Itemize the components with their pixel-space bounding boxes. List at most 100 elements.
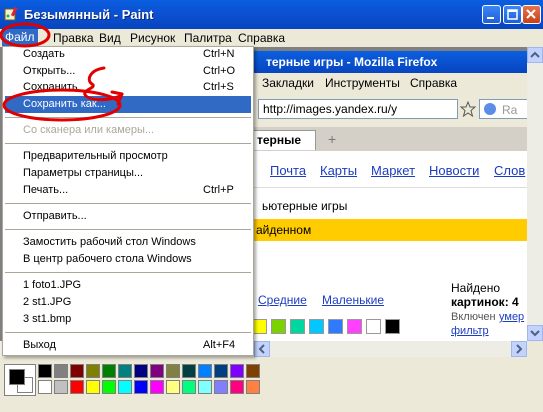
shortcut-open: Ctrl+O <box>203 65 236 77</box>
menu-separator <box>5 229 251 230</box>
yandex-link-maps: Карты <box>320 163 358 178</box>
filter-link: умер <box>499 311 525 323</box>
menu-item-tile-wallpaper[interactable]: Замостить рабочий стол Windows <box>23 236 196 248</box>
palette-swatch[interactable] <box>70 364 84 378</box>
menu-item-recent-3[interactable]: 3 st1.bmp <box>23 313 71 325</box>
shortcut-exit: Alt+F4 <box>203 339 236 351</box>
current-colors[interactable] <box>4 364 36 396</box>
menu-item-open[interactable]: Открыть... <box>23 65 75 77</box>
close-icon <box>526 9 536 19</box>
title-bar[interactable]: Безымянный - Paint <box>0 0 543 29</box>
palette-swatch[interactable] <box>102 364 116 378</box>
paint-icon <box>4 6 18 21</box>
palette-swatch[interactable] <box>38 364 52 378</box>
search-banner: айденном <box>252 219 527 241</box>
star-icon <box>460 101 476 117</box>
menu-item-send[interactable]: Отправить... <box>23 210 87 222</box>
menu-help[interactable]: Справка <box>238 31 285 45</box>
yandex-link-news: Новости <box>429 163 480 178</box>
menu-item-recent-1[interactable]: 1 foto1.JPG <box>23 279 81 291</box>
palette-swatch[interactable] <box>54 380 68 394</box>
scroll-right-button[interactable] <box>511 341 527 357</box>
palette-swatch[interactable] <box>214 364 228 378</box>
palette-swatch[interactable] <box>118 364 132 378</box>
filter-note: Включен <box>451 311 496 323</box>
palette-swatch[interactable] <box>198 364 212 378</box>
menu-view[interactable]: Вид <box>99 31 121 45</box>
menu-item-center-wallpaper[interactable]: В центр рабочего стола Windows <box>23 253 192 265</box>
ff-new-tab-icon: + <box>328 131 337 147</box>
palette-swatch[interactable] <box>150 380 164 394</box>
palette-swatch[interactable] <box>38 380 52 394</box>
scroll-left-button[interactable] <box>254 341 270 357</box>
menu-edit[interactable]: Правка <box>53 31 94 45</box>
scroll-corner <box>527 341 543 357</box>
minimize-button[interactable] <box>482 5 501 24</box>
color-filter-swatch <box>385 319 400 334</box>
palette-swatch[interactable] <box>86 364 100 378</box>
menu-separator <box>5 143 251 144</box>
palette-swatch[interactable] <box>54 364 68 378</box>
color-filter-swatch <box>252 319 267 334</box>
palette-swatch[interactable] <box>118 380 132 394</box>
yandex-link-market: Маркет <box>371 163 416 178</box>
search-query-text: ьютерные игры <box>262 199 348 213</box>
menu-separator <box>5 332 251 333</box>
palette-swatch[interactable] <box>102 380 116 394</box>
arrow-right-icon <box>516 344 523 354</box>
menu-item-print[interactable]: Печать... <box>23 184 68 196</box>
ff-search-placeholder: Ra <box>502 103 518 117</box>
size-link-medium: Средние <box>258 293 307 307</box>
palette-swatch[interactable] <box>134 380 148 394</box>
palette-swatch[interactable] <box>166 380 180 394</box>
ff-tab: терные <box>252 130 316 150</box>
foreground-color <box>9 369 25 385</box>
arrow-up-icon <box>530 51 540 58</box>
maximize-icon <box>507 9 518 20</box>
yandex-link-mail: Почта <box>270 163 307 178</box>
color-filter-swatch <box>366 319 381 334</box>
color-filter-swatch <box>271 319 286 334</box>
maximize-button[interactable] <box>503 5 522 24</box>
menu-item-page-setup[interactable]: Параметры страницы... <box>23 167 143 179</box>
color-filter-swatch <box>290 319 305 334</box>
menu-item-save-as[interactable]: Сохранить как... <box>23 98 106 110</box>
scroll-up-button[interactable] <box>527 47 543 63</box>
color-filter-swatch <box>309 319 324 334</box>
palette-swatch[interactable] <box>182 364 196 378</box>
search-engine-icon <box>484 103 496 115</box>
palette-swatch[interactable] <box>214 380 228 394</box>
menu-palette[interactable]: Палитра <box>184 31 232 45</box>
close-button[interactable] <box>522 5 541 24</box>
shortcut-print: Ctrl+P <box>203 184 234 196</box>
palette-swatch[interactable] <box>70 380 84 394</box>
minimize-icon <box>487 17 494 19</box>
arrow-left-icon <box>258 344 265 354</box>
color-palette <box>0 358 543 412</box>
palette-swatch[interactable] <box>246 364 260 378</box>
scroll-down-button[interactable] <box>527 325 543 341</box>
palette-swatch[interactable] <box>230 364 244 378</box>
palette-swatch[interactable] <box>166 364 180 378</box>
menu-item-from-scanner: Со сканера или камеры... <box>23 124 155 136</box>
size-link-small: Маленькие <box>322 293 384 307</box>
window-title: Безымянный - Paint <box>24 7 154 22</box>
palette-swatch[interactable] <box>86 380 100 394</box>
menu-image[interactable]: Рисунок <box>130 31 175 45</box>
palette-swatch[interactable] <box>230 380 244 394</box>
palette-swatch[interactable] <box>198 380 212 394</box>
menu-item-new[interactable]: Создать <box>23 48 65 60</box>
filter-word: фильтр <box>451 325 489 337</box>
menu-item-save[interactable]: Сохранить <box>23 81 78 93</box>
menu-item-recent-2[interactable]: 2 st1.JPG <box>23 296 71 308</box>
menu-file[interactable]: Файл <box>2 29 38 47</box>
menu-item-exit[interactable]: Выход <box>23 339 56 351</box>
vertical-scrollbar[interactable] <box>527 47 543 357</box>
palette-swatch[interactable] <box>134 364 148 378</box>
menu-item-print-preview[interactable]: Предварительный просмотр <box>23 150 168 162</box>
color-filter-swatch <box>347 319 362 334</box>
palette-swatch[interactable] <box>150 364 164 378</box>
palette-swatch[interactable] <box>182 380 196 394</box>
color-filter-swatch <box>328 319 343 334</box>
palette-swatch[interactable] <box>246 380 260 394</box>
